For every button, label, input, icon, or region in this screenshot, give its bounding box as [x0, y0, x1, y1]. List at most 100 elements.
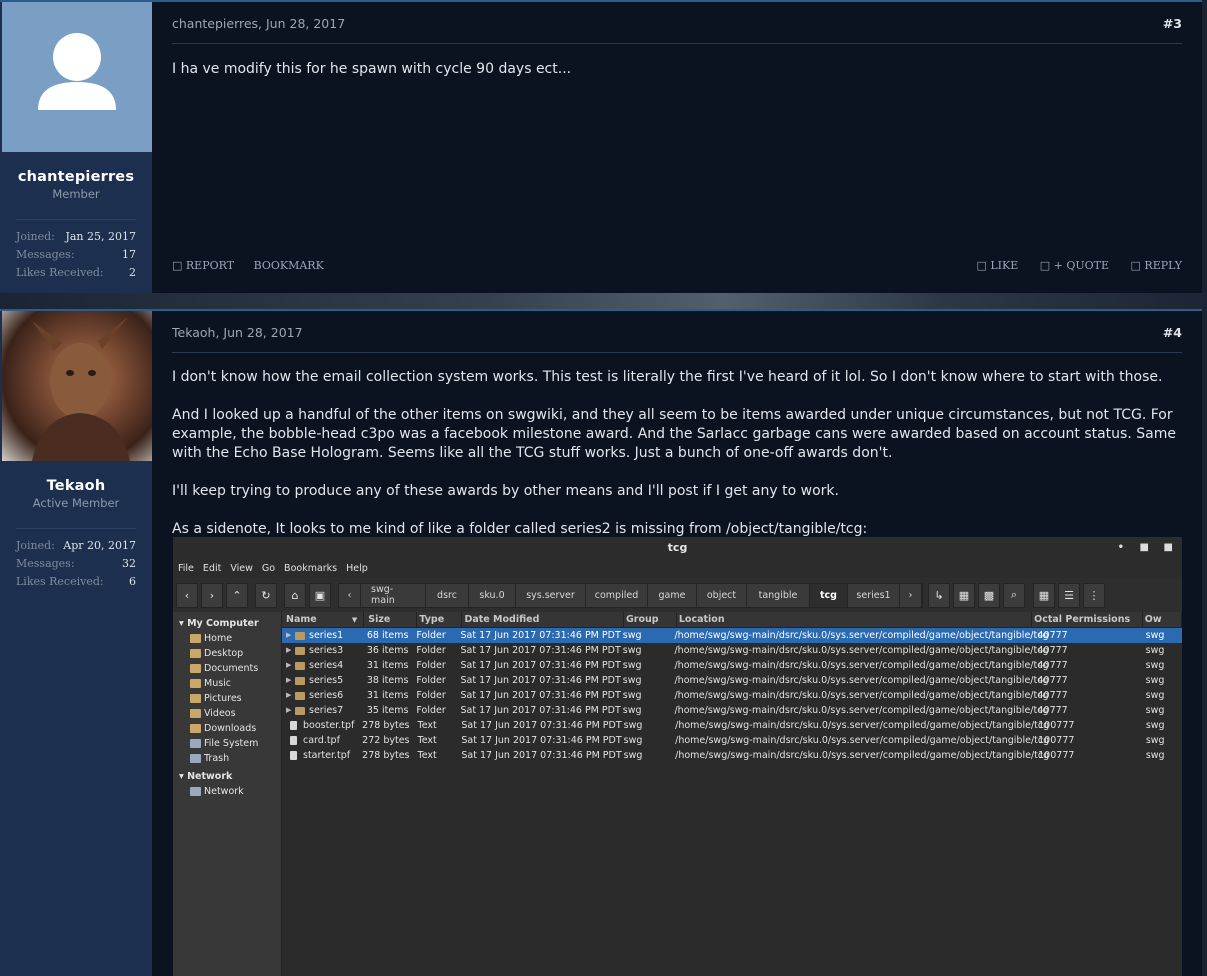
crumb-tangible[interactable]: tangible: [747, 583, 810, 607]
table-row[interactable]: ▶ series1 68 items Folder Sat 17 Jun 2017 07…: [282, 628, 1182, 643]
new-folder-icon[interactable]: ▩: [978, 582, 1000, 608]
file-name: starter.tpf: [303, 750, 351, 761]
expand-arrow-icon[interactable]: ▶: [286, 658, 295, 673]
post-meta[interactable]: chantepierres, Jun 28, 2017: [172, 16, 345, 43]
column-octal[interactable]: Octal Permissions: [1032, 612, 1143, 627]
crumb-swg-main[interactable]: swg-main: [361, 583, 426, 607]
sidebar-item-trash[interactable]: Trash: [173, 751, 281, 766]
sidebar-item-network[interactable]: Network: [173, 784, 281, 799]
reply-button[interactable]: □ REPLY: [1131, 259, 1182, 272]
table-row[interactable]: starter.tpf 278 bytes Text Sat 17 Jun 2017 …: [282, 748, 1182, 763]
crumb-game[interactable]: game: [648, 583, 697, 607]
crumb-compiled[interactable]: compiled: [586, 583, 648, 607]
report-button[interactable]: □ REPORT: [172, 259, 234, 272]
file-octal-cell: 100777: [1038, 720, 1075, 731]
folder-icon: [295, 631, 305, 640]
post-number[interactable]: #4: [1163, 325, 1182, 352]
breadcrumb-right-icon[interactable]: ›: [900, 583, 922, 607]
post-separator: [0, 293, 1207, 309]
compact-view-icon[interactable]: ⋮: [1083, 582, 1105, 608]
table-row[interactable]: ▶ series7 35 items Folder Sat 17 Jun 2017 07…: [282, 703, 1182, 718]
sidebar-network[interactable]: ▾ Network: [173, 769, 281, 784]
icon-view-icon[interactable]: ▦: [1033, 582, 1055, 608]
username[interactable]: chantepierres: [0, 169, 152, 185]
breadcrumb-left-icon[interactable]: ‹: [339, 583, 361, 607]
home-icon[interactable]: ⌂: [284, 582, 306, 608]
file-type-cell: Folder: [416, 645, 446, 656]
menu-bar: File Edit View Go Bookmarks Help: [173, 559, 1182, 578]
terminal-icon[interactable]: ▦: [953, 582, 975, 608]
sidebar-item-file-system[interactable]: File System: [173, 736, 281, 751]
sidebar-item-videos[interactable]: Videos: [173, 706, 281, 721]
crumb-series1[interactable]: series1: [848, 583, 900, 607]
open-terminal-icon[interactable]: ↳: [928, 582, 950, 608]
menu-file[interactable]: File: [178, 563, 194, 574]
computer-icon[interactable]: ▣: [309, 582, 331, 608]
bookmark-button[interactable]: BOOKMARK: [254, 259, 324, 272]
crumb-object[interactable]: object: [697, 583, 747, 607]
column-owner[interactable]: Ow: [1143, 612, 1182, 627]
table-row[interactable]: ▶ series3 36 items Folder Sat 17 Jun 2017 07…: [282, 643, 1182, 658]
search-icon[interactable]: ⌕: [1003, 582, 1025, 608]
menu-help[interactable]: Help: [346, 563, 368, 574]
expand-arrow-icon[interactable]: ▶: [286, 628, 295, 643]
menu-edit[interactable]: Edit: [203, 563, 221, 574]
menu-view[interactable]: View: [230, 563, 253, 574]
file-octal-cell: 40777: [1037, 690, 1068, 701]
up-icon[interactable]: ⌃: [226, 582, 248, 608]
table-row[interactable]: card.tpf 272 bytes Text Sat 17 Jun 2017 07:…: [282, 733, 1182, 748]
table-row[interactable]: ▶ series6 31 items Folder Sat 17 Jun 2017 07…: [282, 688, 1182, 703]
expand-arrow-icon[interactable]: ▶: [286, 673, 295, 688]
file-name: series6: [309, 690, 344, 701]
avatar[interactable]: [2, 2, 152, 152]
file-owner-cell: swg: [1145, 660, 1165, 671]
table-row[interactable]: ▶ series4 31 items Folder Sat 17 Jun 2017 07…: [282, 658, 1182, 673]
expand-arrow-icon[interactable]: ▶: [286, 688, 295, 703]
expand-arrow-icon[interactable]: ▶: [286, 643, 295, 658]
file-owner-cell: swg: [1145, 735, 1165, 746]
folder-icon: [190, 649, 201, 658]
column-group[interactable]: Group: [624, 612, 677, 627]
folder-icon: [295, 706, 305, 715]
crumb-dsrc[interactable]: dsrc: [426, 583, 469, 607]
maximize-icon[interactable]: ■: [1140, 537, 1149, 559]
file-list[interactable]: Name ▼ Size Type Date Modified Group Loca…: [282, 612, 1182, 976]
post-meta[interactable]: Tekaoh, Jun 28, 2017: [172, 325, 303, 352]
file-octal-cell: 40777: [1037, 705, 1068, 716]
avatar[interactable]: [2, 311, 152, 461]
column-location[interactable]: Location: [677, 612, 1033, 627]
sidebar-item-downloads[interactable]: Downloads: [173, 721, 281, 736]
sidebar-item-desktop[interactable]: Desktop: [173, 646, 281, 661]
crumb-sku0[interactable]: sku.0: [469, 583, 516, 607]
like-button[interactable]: □ LIKE: [976, 259, 1018, 272]
table-row[interactable]: booster.tpf 278 bytes Text Sat 17 Jun 2017 …: [282, 718, 1182, 733]
crumb-sys-server[interactable]: sys.server: [516, 583, 586, 607]
file-manager-screenshot[interactable]: tcg • ■ ■ File Edit View Go Bookmarks He…: [173, 537, 1182, 976]
menu-go[interactable]: Go: [262, 563, 275, 574]
file-name-cell: starter.tpf: [282, 748, 362, 763]
post-number[interactable]: #3: [1163, 16, 1182, 43]
minimize-icon[interactable]: •: [1118, 537, 1124, 559]
quote-button[interactable]: □ + QUOTE: [1040, 259, 1109, 272]
reload-icon[interactable]: ↻: [255, 582, 277, 608]
column-size[interactable]: Size: [364, 612, 418, 627]
close-icon[interactable]: ■: [1164, 537, 1173, 559]
username[interactable]: Tekaoh: [0, 478, 152, 494]
expand-arrow-icon[interactable]: ▶: [286, 703, 295, 718]
sidebar-my-computer[interactable]: ▾ My Computer: [173, 616, 281, 631]
back-icon[interactable]: ‹: [176, 582, 198, 608]
file-octal-cell: 100777: [1038, 735, 1075, 746]
menu-bookmarks[interactable]: Bookmarks: [284, 563, 337, 574]
column-name[interactable]: Name ▼: [282, 612, 365, 627]
crumb-tcg[interactable]: tcg: [810, 583, 848, 607]
sidebar-item-documents[interactable]: Documents: [173, 661, 281, 676]
column-type[interactable]: Type: [417, 612, 463, 627]
sidebar-item-home[interactable]: Home: [173, 631, 281, 646]
forward-icon[interactable]: ›: [201, 582, 223, 608]
list-view-icon[interactable]: ☰: [1058, 582, 1080, 608]
sidebar-item-pictures[interactable]: Pictures: [173, 691, 281, 706]
sidebar-item-music[interactable]: Music: [173, 676, 281, 691]
column-date[interactable]: Date Modified: [462, 612, 624, 627]
file-name-cell: ▶ series4: [282, 658, 363, 673]
table-row[interactable]: ▶ series5 38 items Folder Sat 17 Jun 2017 07…: [282, 673, 1182, 688]
